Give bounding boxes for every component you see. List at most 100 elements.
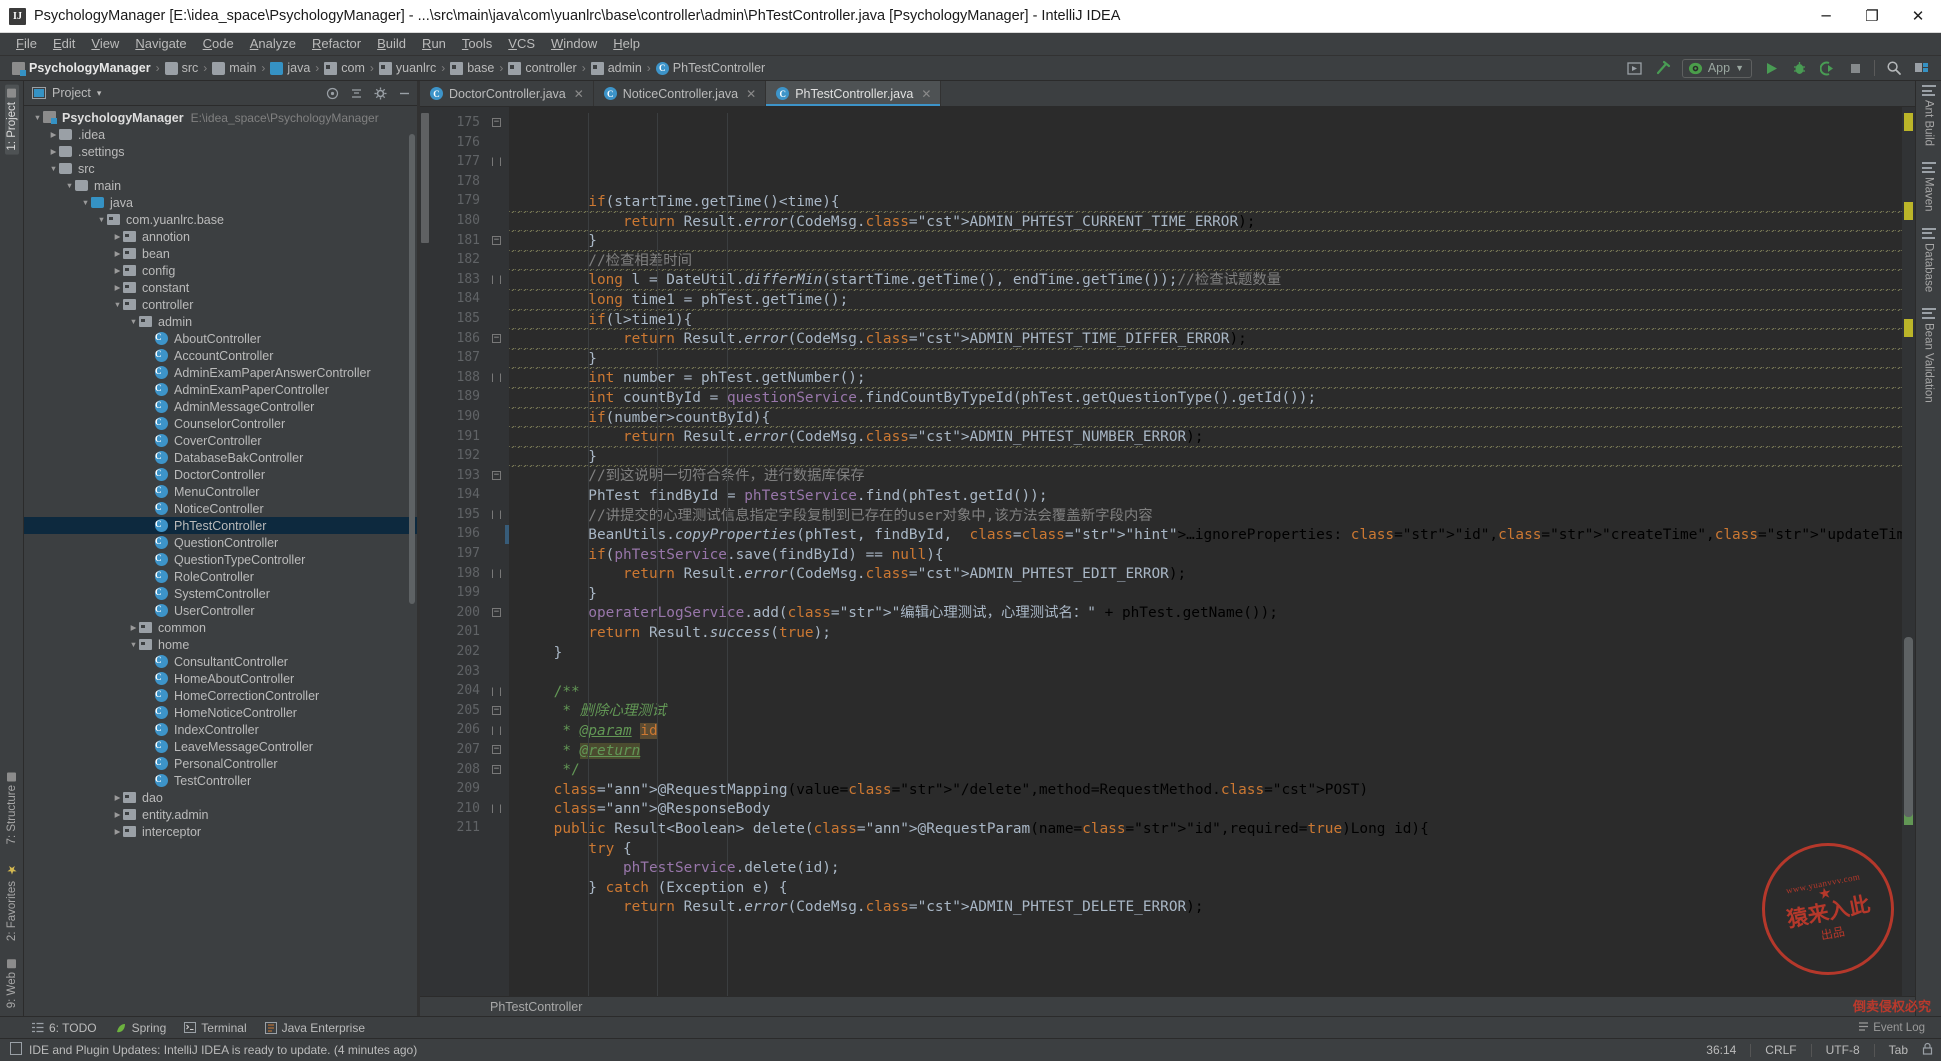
tree-node[interactable]: CHomeCorrectionController	[24, 687, 417, 704]
debug-icon[interactable]	[1790, 59, 1808, 77]
chevron-right-icon[interactable]: ▶	[112, 232, 123, 241]
menu-run[interactable]: Run	[414, 34, 454, 54]
chevron-right-icon[interactable]: ▶	[112, 810, 123, 819]
tree-node[interactable]: CCounselorController	[24, 415, 417, 432]
code-line[interactable]	[509, 663, 1902, 683]
breadcrumb-item-psychologymanager[interactable]: PsychologyManager	[12, 61, 151, 75]
menu-edit[interactable]: Edit	[45, 34, 83, 54]
rail-tab-1-project[interactable]: 1: Project	[5, 85, 19, 155]
tree-node[interactable]: CDoctorController	[24, 466, 417, 483]
code-line[interactable]: }	[509, 350, 1902, 370]
tree-node[interactable]: CAdminMessageController	[24, 398, 417, 415]
code-fold-marker[interactable]: −	[488, 329, 505, 349]
code-fold-marker[interactable]: −	[488, 113, 505, 133]
tree-node[interactable]: ▶.idea	[24, 126, 417, 143]
code-fold-marker[interactable]	[488, 152, 505, 172]
bottom-tool-6-todo[interactable]: 6: TODO	[32, 1021, 97, 1035]
chevron-right-icon[interactable]: ▶	[48, 130, 59, 139]
breadcrumb-item-admin[interactable]: admin	[591, 61, 642, 75]
maximize-button[interactable]: ❐	[1849, 0, 1895, 33]
menu-tools[interactable]: Tools	[454, 34, 500, 54]
lock-icon[interactable]	[1922, 1042, 1933, 1058]
code-line[interactable]: PhTest findById = phTestService.find(phT…	[509, 487, 1902, 507]
fold-end-icon[interactable]	[492, 373, 501, 382]
tree-node[interactable]: CAdminExamPaperAnswerController	[24, 364, 417, 381]
tree-node[interactable]: CCoverController	[24, 432, 417, 449]
chevron-down-icon[interactable]: ▼	[128, 640, 139, 649]
chevron-down-icon[interactable]: ▼	[80, 198, 91, 207]
bottom-tool-java-enterprise[interactable]: Java Enterprise	[265, 1021, 365, 1035]
minimize-button[interactable]: ─	[1803, 0, 1849, 33]
code-line[interactable]: //到这说明一切符合条件，进行数据库保存	[509, 467, 1902, 487]
menu-help[interactable]: Help	[605, 34, 648, 54]
bottom-tool-terminal[interactable]: Terminal	[184, 1021, 246, 1035]
tree-node[interactable]: ▶bean	[24, 245, 417, 262]
file-encoding[interactable]: UTF-8	[1826, 1043, 1860, 1057]
target-icon[interactable]	[326, 87, 339, 100]
event-log-button[interactable]: Event Log	[1858, 1021, 1925, 1035]
code-line[interactable]: }	[509, 644, 1902, 664]
tree-node[interactable]: CSystemController	[24, 585, 417, 602]
fold-end-icon[interactable]	[492, 569, 501, 578]
code-fold-marker[interactable]: −	[488, 231, 505, 251]
tree-node[interactable]: ▶config	[24, 262, 417, 279]
editor-tab-noticecontroller-java[interactable]: CNoticeController.java✕	[594, 81, 766, 106]
gear-icon[interactable]	[374, 87, 387, 100]
tree-node[interactable]: CQuestionController	[24, 534, 417, 551]
chevron-down-icon[interactable]: ▼	[96, 215, 107, 224]
code-fold-marker[interactable]: −	[488, 760, 505, 780]
code-line[interactable]: try {	[509, 840, 1902, 860]
code-line[interactable]: /**	[509, 683, 1902, 703]
breadcrumb-item-com[interactable]: com	[324, 61, 365, 75]
code-line[interactable]: }	[509, 232, 1902, 252]
editor-tab-doctorcontroller-java[interactable]: CDoctorController.java✕	[420, 81, 594, 106]
tree-node[interactable]: ▶common	[24, 619, 417, 636]
code-line[interactable]: */	[509, 761, 1902, 781]
tree-node[interactable]: ▶dao	[24, 789, 417, 806]
breadcrumb-item-controller[interactable]: controller	[508, 61, 576, 75]
fold-collapse-icon[interactable]: −	[492, 608, 501, 617]
tree-node[interactable]: ▶annotion	[24, 228, 417, 245]
chevron-right-icon[interactable]: ▶	[112, 283, 123, 292]
code-fold-marker[interactable]	[488, 799, 505, 819]
tree-node[interactable]: ▼admin	[24, 313, 417, 330]
fold-end-icon[interactable]	[492, 275, 501, 284]
search-everywhere-icon[interactable]	[1885, 59, 1903, 77]
fold-end-icon[interactable]	[492, 726, 501, 735]
chevron-down-icon[interactable]: ▾	[97, 88, 102, 99]
hammer-icon[interactable]	[1654, 59, 1672, 77]
code-line[interactable]: //检查相差时间	[509, 252, 1902, 272]
tree-node[interactable]: CUserController	[24, 602, 417, 619]
chevron-right-icon[interactable]: ▶	[112, 827, 123, 836]
profile-icon[interactable]	[1818, 59, 1836, 77]
code-line[interactable]: int number = phTest.getNumber();	[509, 369, 1902, 389]
project-tree-scrollbar[interactable]	[409, 134, 415, 604]
chevron-down-icon[interactable]: ▼	[32, 113, 43, 122]
fold-collapse-icon[interactable]: −	[492, 471, 501, 480]
tree-node[interactable]: CConsultantController	[24, 653, 417, 670]
code-line[interactable]: BeanUtils.copyProperties(phTest, findByI…	[509, 526, 1902, 546]
close-button[interactable]: ✕	[1895, 0, 1941, 33]
chevron-down-icon[interactable]: ▼	[112, 300, 123, 309]
run-configuration-selector[interactable]: App ▼	[1682, 59, 1752, 78]
menu-vcs[interactable]: VCS	[500, 34, 543, 54]
code-line[interactable]: long l = DateUtil.differMin(startTime.ge…	[509, 271, 1902, 291]
menu-view[interactable]: View	[83, 34, 127, 54]
tree-node[interactable]: CMenuController	[24, 483, 417, 500]
right-rail-tab-database[interactable]: Database	[1922, 228, 1936, 292]
code-line[interactable]: return Result.error(CodeMsg.class="cst">…	[509, 330, 1902, 350]
fold-collapse-icon[interactable]: −	[492, 706, 501, 715]
tree-node[interactable]: ▶entity.admin	[24, 806, 417, 823]
fold-end-icon[interactable]	[492, 804, 501, 813]
hide-panel-icon[interactable]	[398, 87, 411, 100]
right-rail-tab-ant-build[interactable]: Ant Build	[1922, 85, 1936, 146]
code-line[interactable]: if(number>countById){	[509, 409, 1902, 429]
caret-position[interactable]: 36:14	[1706, 1043, 1736, 1057]
tree-node[interactable]: CIndexController	[24, 721, 417, 738]
code-text-area[interactable]: if(startTime.getTime()<time){ return Res…	[509, 107, 1902, 996]
code-line[interactable]: }	[509, 448, 1902, 468]
close-icon[interactable]: ✕	[921, 87, 931, 101]
tree-node[interactable]: ▼src	[24, 160, 417, 177]
code-line[interactable]: class="ann">@RequestMapping(value=class=…	[509, 781, 1902, 801]
fold-collapse-icon[interactable]: −	[492, 236, 501, 245]
